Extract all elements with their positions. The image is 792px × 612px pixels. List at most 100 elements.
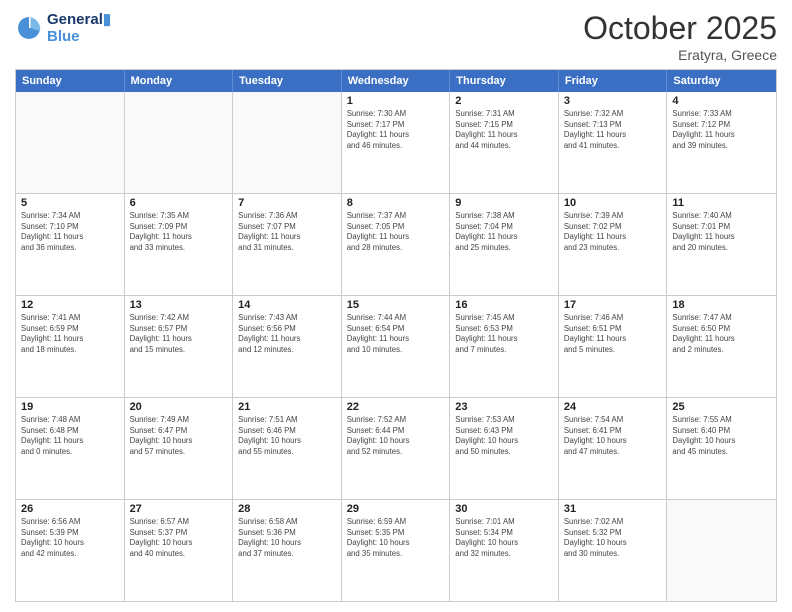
day-cell-18: 18Sunrise: 7:47 AM Sunset: 6:50 PM Dayli…	[667, 296, 776, 397]
day-info: Sunrise: 7:01 AM Sunset: 5:34 PM Dayligh…	[455, 517, 553, 559]
day-number: 26	[21, 503, 119, 515]
day-cell-21: 21 Sunrise: 7:51 AM Sunset: 6:46 PM Dayli…	[233, 398, 342, 499]
day-info: Sunrise: 7:40 AM Sunset: 7:01 PM Dayligh…	[672, 211, 771, 253]
week-row-5: 26Sunrise: 6:56 AM Sunset: 5:39 PM Dayli…	[16, 499, 776, 601]
week-row-3: 12 Sunrise: 7:41 AM Sunset: 6:59 PM Dayli…	[16, 295, 776, 397]
day-info: Sunrise: 6:58 AM Sunset: 5:36 PM Dayligh…	[238, 517, 336, 559]
day-number: 5	[21, 197, 119, 209]
day-number: 11	[672, 197, 771, 209]
day-number: 3	[564, 95, 662, 107]
empty-cell	[667, 500, 776, 601]
day-info: Sunrise: 7:54 AM Sunset: 6:41 PM Dayligh…	[564, 415, 662, 457]
day-info: Sunrise: 7:36 AM Sunset: 7:07 PM Dayligh…	[238, 211, 336, 253]
day-cell-7: 7Sunrise: 7:36 AM Sunset: 7:07 PM Daylig…	[233, 194, 342, 295]
day-cell-13: 13Sunrise: 7:42 AM Sunset: 6:57 PM Dayli…	[125, 296, 234, 397]
logo-text: General▮ Blue	[47, 10, 111, 45]
empty-cell	[125, 92, 234, 193]
title-area: October 2025 Eratyra, Greece	[583, 10, 777, 63]
day-info: Sunrise: 7:52 AM Sunset: 6:44 PM Dayligh…	[347, 415, 445, 457]
day-info: Sunrise: 7:39 AM Sunset: 7:02 PM Dayligh…	[564, 211, 662, 253]
day-number: 25	[672, 401, 771, 413]
day-cell-3: 3 Sunrise: 7:32 AM Sunset: 7:13 PM Daylig…	[559, 92, 668, 193]
day-info: Sunrise: 7:49 AM Sunset: 6:47 PM Dayligh…	[130, 415, 228, 457]
calendar: SundayMondayTuesdayWednesdayThursdayFrid…	[15, 69, 777, 602]
day-header-wednesday: Wednesday	[342, 70, 451, 92]
day-info: Sunrise: 7:46 AM Sunset: 6:51 PM Dayligh…	[564, 313, 662, 355]
day-cell-11: 11 Sunrise: 7:40 AM Sunset: 7:01 PM Dayli…	[667, 194, 776, 295]
day-info: Sunrise: 7:37 AM Sunset: 7:05 PM Dayligh…	[347, 211, 445, 253]
day-number: 1	[347, 95, 445, 107]
day-cell-19: 19Sunrise: 7:48 AM Sunset: 6:48 PM Dayli…	[16, 398, 125, 499]
location: Eratyra, Greece	[583, 47, 777, 63]
day-info: Sunrise: 7:32 AM Sunset: 7:13 PM Dayligh…	[564, 109, 662, 151]
day-info: Sunrise: 6:59 AM Sunset: 5:35 PM Dayligh…	[347, 517, 445, 559]
day-number: 10	[564, 197, 662, 209]
day-number: 23	[455, 401, 553, 413]
day-number: 15	[347, 299, 445, 311]
day-cell-5: 5 Sunrise: 7:34 AM Sunset: 7:10 PM Daylig…	[16, 194, 125, 295]
day-cell-27: 27Sunrise: 6:57 AM Sunset: 5:37 PM Dayli…	[125, 500, 234, 601]
day-cell-1: 1 Sunrise: 7:30 AM Sunset: 7:17 PM Daylig…	[342, 92, 451, 193]
day-number: 27	[130, 503, 228, 515]
day-info: Sunrise: 7:34 AM Sunset: 7:10 PM Dayligh…	[21, 211, 119, 253]
day-header-monday: Monday	[125, 70, 234, 92]
day-cell-15: 15 Sunrise: 7:44 AM Sunset: 6:54 PM Dayli…	[342, 296, 451, 397]
day-number: 8	[347, 197, 445, 209]
day-info: Sunrise: 7:42 AM Sunset: 6:57 PM Dayligh…	[130, 313, 228, 355]
day-info: Sunrise: 7:31 AM Sunset: 7:15 PM Dayligh…	[455, 109, 553, 151]
day-header-tuesday: Tuesday	[233, 70, 342, 92]
day-number: 17	[564, 299, 662, 311]
day-cell-20: 20 Sunrise: 7:49 AM Sunset: 6:47 PM Dayli…	[125, 398, 234, 499]
day-cell-23: 23 Sunrise: 7:53 AM Sunset: 6:43 PM Dayli…	[450, 398, 559, 499]
day-cell-24: 24Sunrise: 7:54 AM Sunset: 6:41 PM Dayli…	[559, 398, 668, 499]
week-row-4: 19Sunrise: 7:48 AM Sunset: 6:48 PM Dayli…	[16, 397, 776, 499]
empty-cell	[16, 92, 125, 193]
day-cell-31: 31Sunrise: 7:02 AM Sunset: 5:32 PM Dayli…	[559, 500, 668, 601]
day-cell-4: 4Sunrise: 7:33 AM Sunset: 7:12 PM Daylig…	[667, 92, 776, 193]
day-header-thursday: Thursday	[450, 70, 559, 92]
day-info: Sunrise: 7:41 AM Sunset: 6:59 PM Dayligh…	[21, 313, 119, 355]
day-info: Sunrise: 7:35 AM Sunset: 7:09 PM Dayligh…	[130, 211, 228, 253]
day-cell-12: 12 Sunrise: 7:41 AM Sunset: 6:59 PM Dayli…	[16, 296, 125, 397]
calendar-body: 1 Sunrise: 7:30 AM Sunset: 7:17 PM Daylig…	[16, 92, 776, 601]
day-number: 28	[238, 503, 336, 515]
day-number: 22	[347, 401, 445, 413]
day-header-friday: Friday	[559, 70, 668, 92]
day-number: 12	[21, 299, 119, 311]
day-number: 18	[672, 299, 771, 311]
day-cell-14: 14 Sunrise: 7:43 AM Sunset: 6:56 PM Dayli…	[233, 296, 342, 397]
day-info: Sunrise: 7:48 AM Sunset: 6:48 PM Dayligh…	[21, 415, 119, 457]
day-cell-29: 29 Sunrise: 6:59 AM Sunset: 5:35 PM Dayli…	[342, 500, 451, 601]
day-header-sunday: Sunday	[16, 70, 125, 92]
day-info: Sunrise: 7:43 AM Sunset: 6:56 PM Dayligh…	[238, 313, 336, 355]
day-cell-8: 8 Sunrise: 7:37 AM Sunset: 7:05 PM Daylig…	[342, 194, 451, 295]
day-number: 21	[238, 401, 336, 413]
calendar-header: SundayMondayTuesdayWednesdayThursdayFrid…	[16, 70, 776, 92]
day-info: Sunrise: 7:45 AM Sunset: 6:53 PM Dayligh…	[455, 313, 553, 355]
logo-icon	[15, 14, 43, 42]
day-number: 29	[347, 503, 445, 515]
day-cell-28: 28 Sunrise: 6:58 AM Sunset: 5:36 PM Dayli…	[233, 500, 342, 601]
day-info: Sunrise: 7:30 AM Sunset: 7:17 PM Dayligh…	[347, 109, 445, 151]
day-info: Sunrise: 7:38 AM Sunset: 7:04 PM Dayligh…	[455, 211, 553, 253]
day-header-saturday: Saturday	[667, 70, 776, 92]
week-row-1: 1 Sunrise: 7:30 AM Sunset: 7:17 PM Daylig…	[16, 92, 776, 193]
header: General▮ Blue October 2025 Eratyra, Gree…	[15, 10, 777, 63]
day-cell-17: 17 Sunrise: 7:46 AM Sunset: 6:51 PM Dayli…	[559, 296, 668, 397]
logo: General▮ Blue	[15, 10, 111, 45]
day-cell-9: 9 Sunrise: 7:38 AM Sunset: 7:04 PM Daylig…	[450, 194, 559, 295]
day-cell-22: 22 Sunrise: 7:52 AM Sunset: 6:44 PM Dayli…	[342, 398, 451, 499]
day-info: Sunrise: 7:51 AM Sunset: 6:46 PM Dayligh…	[238, 415, 336, 457]
day-number: 9	[455, 197, 553, 209]
day-cell-2: 2Sunrise: 7:31 AM Sunset: 7:15 PM Daylig…	[450, 92, 559, 193]
day-number: 14	[238, 299, 336, 311]
day-info: Sunrise: 7:53 AM Sunset: 6:43 PM Dayligh…	[455, 415, 553, 457]
week-row-2: 5 Sunrise: 7:34 AM Sunset: 7:10 PM Daylig…	[16, 193, 776, 295]
month-title: October 2025	[583, 10, 777, 47]
page: General▮ Blue October 2025 Eratyra, Gree…	[0, 0, 792, 612]
day-info: Sunrise: 7:44 AM Sunset: 6:54 PM Dayligh…	[347, 313, 445, 355]
day-cell-16: 16Sunrise: 7:45 AM Sunset: 6:53 PM Dayli…	[450, 296, 559, 397]
day-cell-26: 26Sunrise: 6:56 AM Sunset: 5:39 PM Dayli…	[16, 500, 125, 601]
day-cell-10: 10 Sunrise: 7:39 AM Sunset: 7:02 PM Dayli…	[559, 194, 668, 295]
day-number: 20	[130, 401, 228, 413]
